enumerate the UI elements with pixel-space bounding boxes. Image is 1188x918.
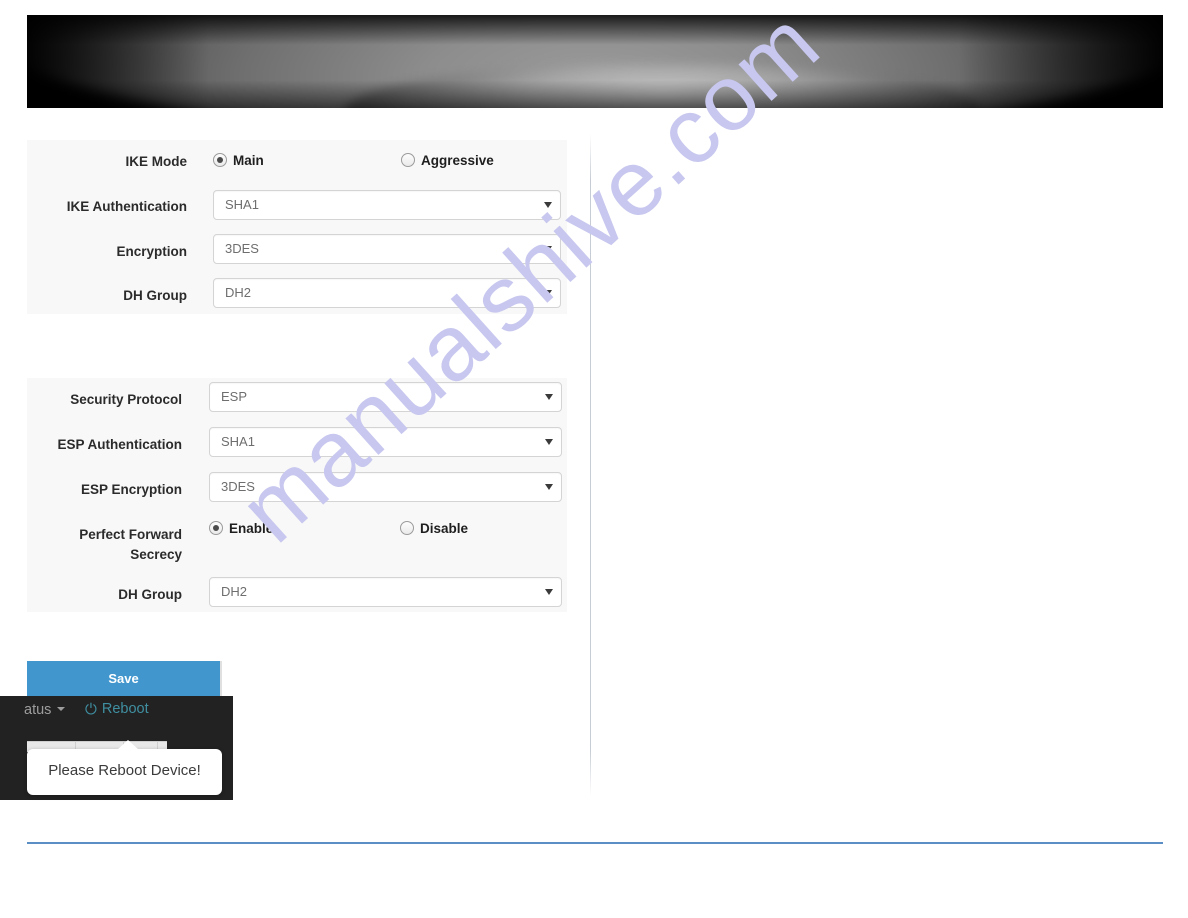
header-banner-image — [27, 15, 1163, 108]
radio-option-aggressive-label: Aggressive — [421, 153, 494, 168]
select-esp-authentication[interactable]: SHA1 — [209, 427, 562, 457]
save-button[interactable]: Save — [27, 661, 220, 696]
label-ike-mode: IKE Mode — [125, 154, 187, 169]
select-esp-authentication-value: SHA1 — [221, 434, 255, 449]
radio-option-disable[interactable]: Disable — [400, 521, 468, 537]
radio-option-enable[interactable]: Enable — [209, 521, 273, 537]
radio-option-main-label: Main — [233, 153, 264, 168]
radio-option-disable-label: Disable — [420, 521, 469, 536]
chevron-down-icon — [545, 394, 553, 400]
label-dh-group-phase2: DH Group — [118, 587, 182, 602]
radio-aggressive-icon — [401, 153, 415, 167]
chevron-down-icon — [544, 290, 552, 296]
radio-group-perfect-forward-secrecy[interactable]: Enable Disable — [209, 521, 549, 537]
chevron-down-icon — [544, 202, 552, 208]
nav-item-reboot[interactable]: ⏻ Reboot — [85, 701, 149, 718]
tooltip-message: Please Reboot Device! — [48, 762, 201, 779]
label-perfect-forward-secrecy: Perfect Forward Secrecy — [22, 525, 182, 565]
banner-vignette — [27, 15, 1163, 108]
select-security-protocol[interactable]: ESP — [209, 382, 562, 412]
power-icon: ⏻ — [85, 701, 97, 718]
label-esp-encryption: ESP Encryption — [80, 482, 182, 497]
radio-main-icon — [213, 153, 227, 167]
select-dh-group-phase1[interactable]: DH2 — [213, 278, 561, 308]
nav-item-status-label: atus — [24, 702, 52, 718]
tooltip-arrow-icon — [117, 740, 139, 750]
select-security-protocol-value: ESP — [221, 389, 248, 404]
chevron-down-icon — [545, 439, 553, 445]
select-dh-group-phase2[interactable]: DH2 — [209, 577, 562, 607]
chevron-down-icon — [544, 246, 552, 252]
label-pfs-line1: Perfect Forward — [79, 527, 182, 542]
chevron-down-icon — [545, 589, 553, 595]
radio-option-enable-label: Enable — [229, 521, 274, 536]
radio-option-aggressive[interactable]: Aggressive — [401, 153, 494, 169]
radio-option-main[interactable]: Main — [213, 153, 264, 169]
label-esp-authentication: ESP Authentication — [57, 437, 182, 452]
select-encryption-value: 3DES — [225, 241, 259, 256]
content-divider — [590, 134, 591, 796]
chevron-down-icon — [545, 484, 553, 490]
reboot-tooltip: Please Reboot Device! — [27, 740, 222, 795]
select-ike-authentication[interactable]: SHA1 — [213, 190, 561, 220]
select-ike-authentication-value: SHA1 — [225, 197, 259, 212]
nav-item-reboot-label: Reboot — [101, 701, 149, 717]
label-pfs-line2: Secrecy — [130, 547, 182, 562]
select-encryption[interactable]: 3DES — [213, 234, 561, 264]
select-esp-encryption[interactable]: 3DES — [209, 472, 562, 502]
footer-rule — [27, 842, 1163, 844]
nav-item-status[interactable]: atus — [24, 702, 66, 718]
radio-enable-icon — [209, 521, 223, 535]
select-esp-encryption-value: 3DES — [221, 479, 255, 494]
chevron-down-icon — [57, 707, 66, 711]
label-encryption: Encryption — [116, 244, 187, 259]
label-security-protocol: Security Protocol — [70, 392, 182, 407]
radio-disable-icon — [400, 521, 414, 535]
label-dh-group-phase1: DH Group — [123, 288, 187, 303]
label-ike-authentication: IKE Authentication — [66, 199, 187, 214]
radio-group-ike-mode[interactable]: Main Aggressive — [213, 153, 553, 169]
select-dh-group-phase1-value: DH2 — [225, 285, 252, 300]
select-dh-group-phase2-value: DH2 — [221, 584, 248, 599]
